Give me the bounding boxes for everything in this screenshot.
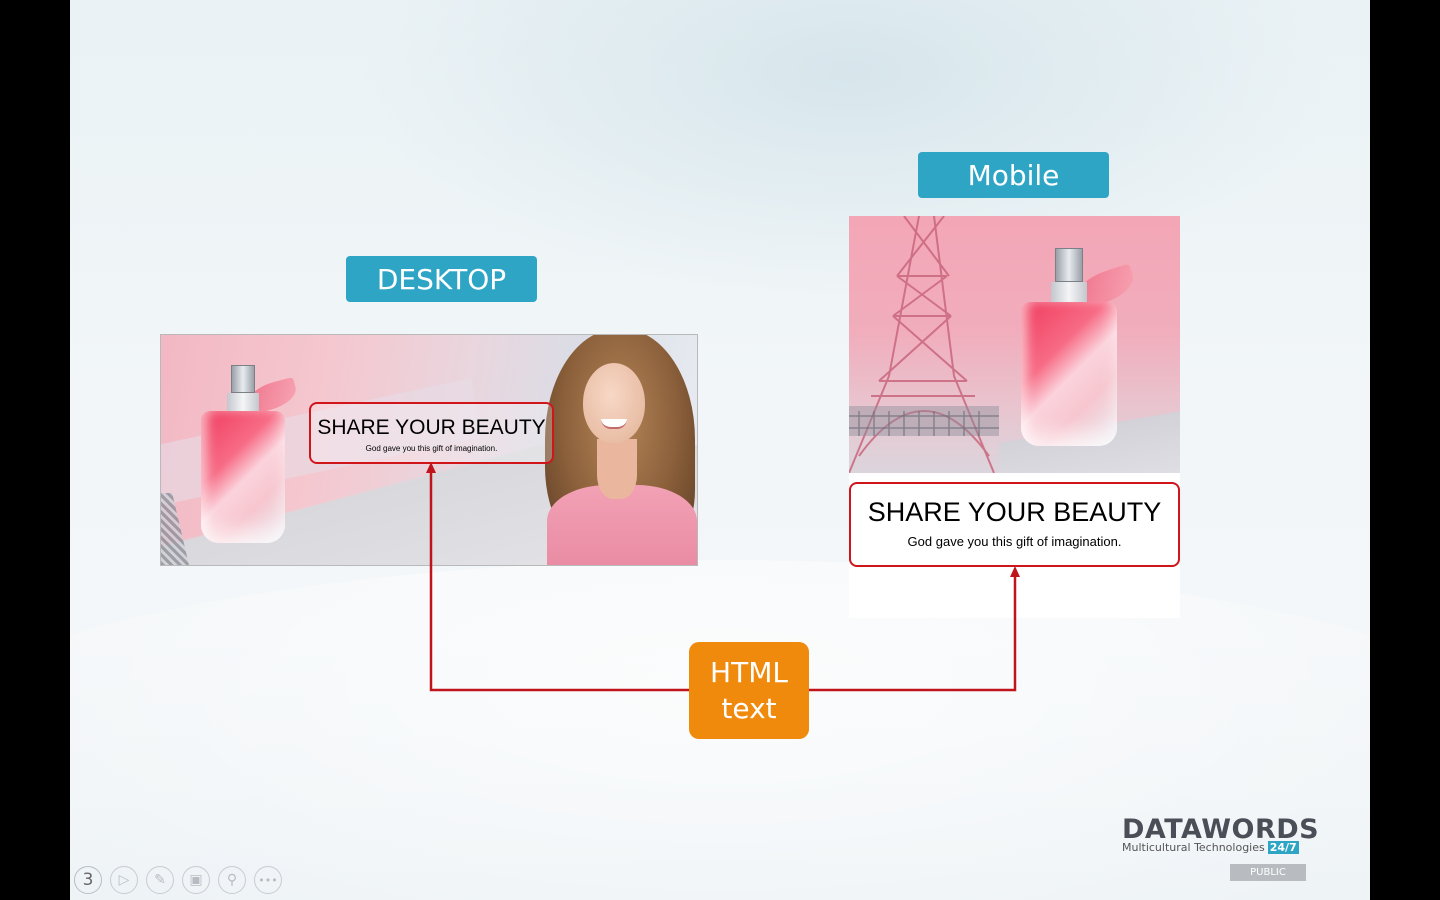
callout-line-1: HTML [710, 655, 788, 689]
connector-arrows [426, 462, 1020, 692]
callout-line-2: text [721, 691, 777, 725]
slide: DESKTOP Mobile SHARE YOUR BEAUTY God gav… [70, 0, 1370, 900]
html-text-callout: HTML text [689, 642, 809, 739]
